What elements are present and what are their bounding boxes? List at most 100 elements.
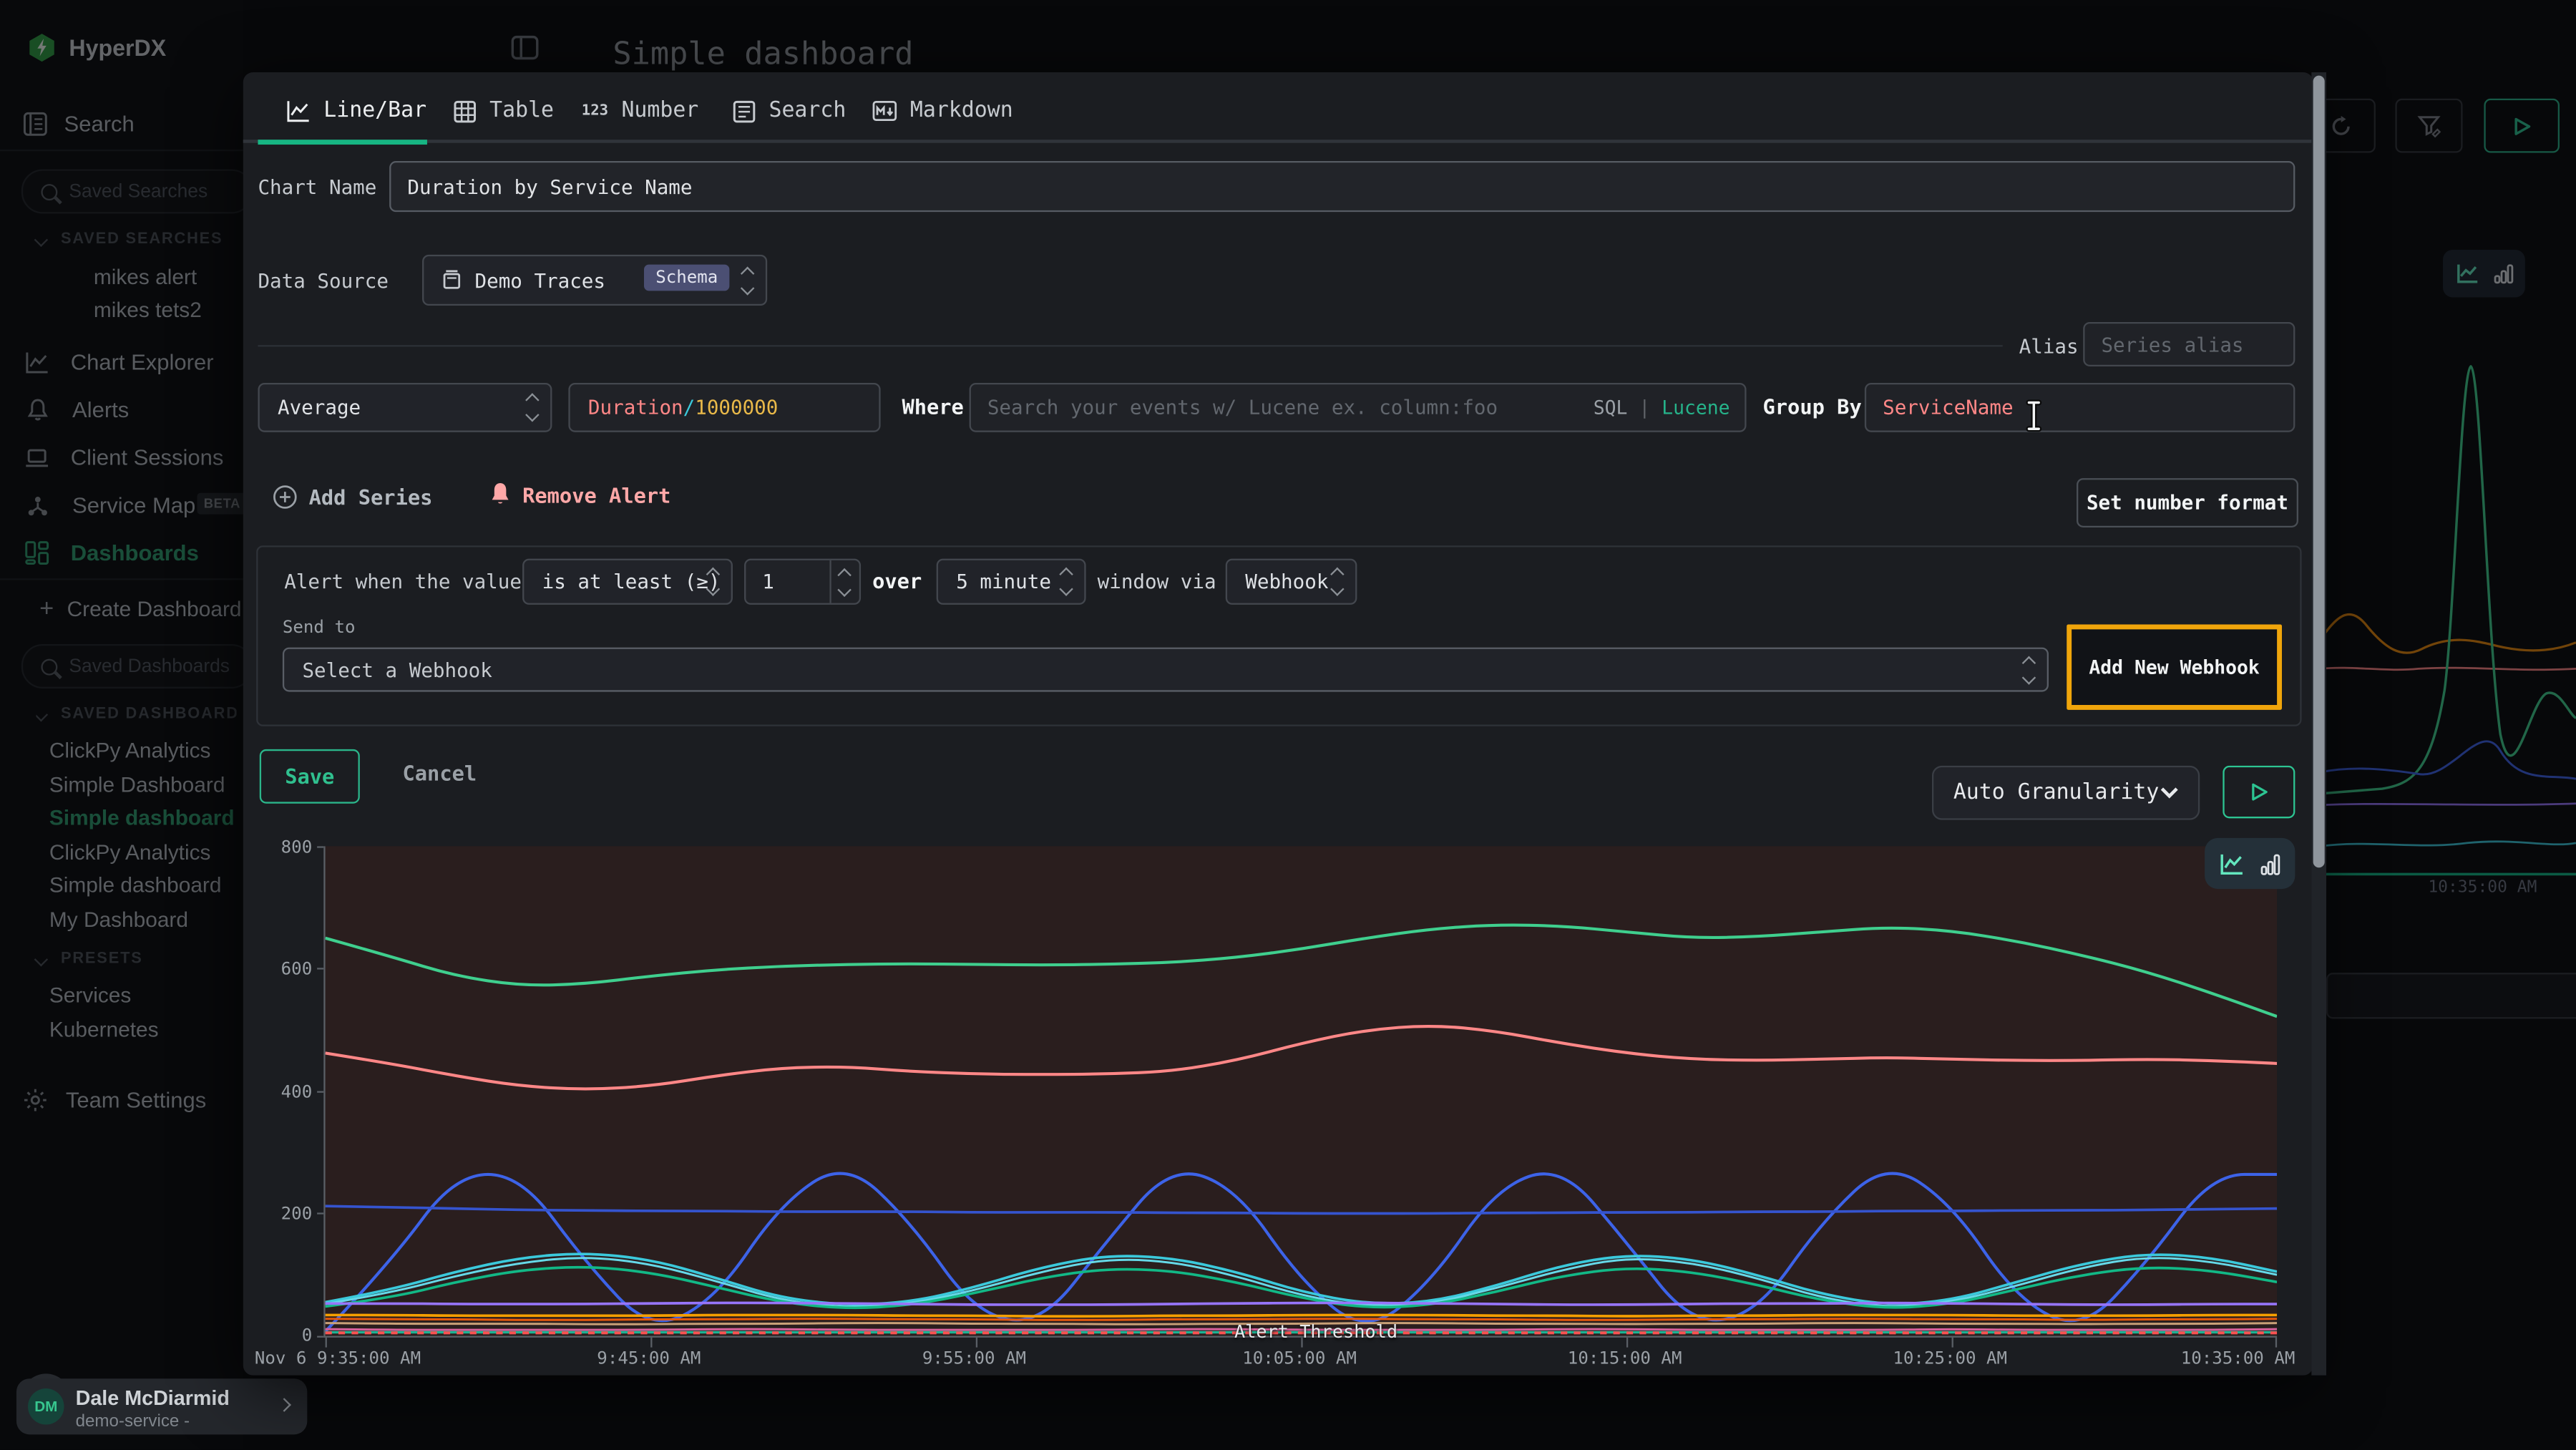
user-name: Dale McDiarmid: [76, 1387, 230, 1410]
y-axis-tick-label: 200: [253, 1205, 313, 1225]
play-icon: [2250, 782, 2268, 802]
avatar: DM: [28, 1388, 64, 1425]
alert-bell-icon: [489, 482, 511, 508]
expression-number: 1000000: [695, 396, 778, 419]
x-axis-tick-label: 9:55:00 AM: [922, 1349, 1026, 1369]
markdown-icon: [872, 100, 897, 122]
threshold-value: 1: [762, 570, 774, 593]
schema-badge: Schema: [644, 265, 729, 291]
search-doc-icon: [733, 99, 756, 122]
alert-prefix-label: Alert when the value: [284, 570, 522, 593]
remove-alert-button[interactable]: Remove Alert: [489, 482, 670, 508]
sql-option[interactable]: SQL: [1594, 396, 1628, 419]
tab-number[interactable]: 123 Number: [582, 99, 699, 123]
set-number-format-button[interactable]: Set number format: [2077, 478, 2298, 527]
y-axis-tick-label: 600: [253, 960, 313, 980]
over-label: over: [872, 568, 922, 593]
section-divider: [258, 345, 2002, 346]
select-chevrons-icon: [708, 570, 718, 594]
alias-label: Alias: [2019, 335, 2079, 358]
set-number-format-label: Set number format: [2087, 491, 2288, 514]
tab-markdown[interactable]: Markdown: [872, 99, 1013, 123]
save-button[interactable]: Save: [260, 749, 360, 804]
cancel-button[interactable]: Cancel: [402, 761, 477, 785]
add-new-webhook-button[interactable]: Add New Webhook: [2072, 629, 2277, 705]
expression-input[interactable]: Duration/1000000: [568, 383, 880, 432]
add-webhook-highlight: Add New Webhook: [2067, 624, 2282, 709]
group-by-label: Group By: [1763, 394, 1862, 419]
tab-table[interactable]: Table: [454, 99, 554, 123]
tab-line-bar[interactable]: Line/Bar: [286, 99, 426, 123]
tab-label: Search: [769, 99, 846, 123]
user-subtitle: demo-service -: [76, 1411, 190, 1431]
modal-scrollbar[interactable]: [2311, 72, 2326, 1376]
add-new-webhook-label: Add New Webhook: [2089, 656, 2259, 678]
select-chevrons-icon: [1332, 570, 1342, 594]
group-by-input[interactable]: [1865, 383, 2296, 432]
webhook-placeholder: Select a Webhook: [302, 658, 492, 681]
select-chevrons-icon: [743, 268, 753, 292]
chevron-down-icon: [2160, 787, 2178, 799]
database-icon: [442, 270, 462, 291]
data-source-label: Data Source: [258, 270, 388, 293]
channel-value: Webhook: [1245, 570, 1328, 593]
chevron-right-icon: [277, 1398, 291, 1411]
granularity-select[interactable]: Auto Granularity: [1932, 766, 2200, 820]
select-chevrons-icon: [2024, 657, 2034, 681]
granularity-value: Auto Granularity: [1953, 781, 2160, 805]
webhook-select[interactable]: Select a Webhook: [283, 648, 2049, 692]
alert-threshold-input[interactable]: 1: [744, 559, 861, 605]
y-axis-tick-label: 0: [253, 1326, 313, 1346]
chart-type-toggle[interactable]: [2205, 838, 2295, 889]
select-chevrons-icon: [527, 395, 537, 419]
alert-channel-select[interactable]: Webhook: [1226, 559, 1357, 605]
alias-input[interactable]: [2083, 322, 2295, 366]
window-via-label: window via: [1098, 570, 1216, 593]
chart-plot-area[interactable]: Alert Threshold: [323, 846, 2277, 1337]
save-label: Save: [285, 764, 334, 789]
line-chart-icon[interactable]: [2220, 852, 2244, 875]
tab-label: Number: [621, 99, 698, 123]
chart-name-input[interactable]: [389, 161, 2295, 212]
active-tab-indicator: [258, 140, 426, 144]
bar-chart-icon[interactable]: [2260, 852, 2280, 875]
edit-chart-modal: Line/Bar Table 123 Number Search Markdow…: [243, 72, 2313, 1376]
alert-threshold-label: Alert Threshold: [1234, 1321, 1397, 1343]
select-chevrons-icon: [1061, 570, 1071, 594]
where-label: Where: [902, 394, 963, 419]
window-value: 5 minute: [956, 570, 1051, 593]
expression-field: Duration: [588, 396, 683, 419]
tab-search[interactable]: Search: [733, 99, 846, 123]
circle-plus-icon: [273, 485, 297, 509]
expression-operator: /: [683, 396, 696, 419]
remove-alert-label: Remove Alert: [522, 482, 670, 507]
add-series-label: Add Series: [309, 485, 433, 509]
comparator-value: is at least (≥): [542, 570, 721, 593]
x-axis-tick-label: 10:25:00 AM: [1893, 1349, 2007, 1369]
aggregation-value: Average: [278, 396, 361, 419]
chart-name-label: Chart Name: [258, 176, 376, 199]
x-axis-tick-label: 10:15:00 AM: [1568, 1349, 1682, 1369]
chart-series: [326, 846, 2278, 1335]
tab-label: Markdown: [910, 99, 1013, 123]
lucene-option[interactable]: Lucene: [1662, 396, 1729, 419]
aggregation-select[interactable]: Average: [258, 383, 552, 432]
scrollbar-thumb[interactable]: [2313, 76, 2325, 868]
run-chart-button[interactable]: [2223, 766, 2295, 818]
x-axis-tick-label: Nov 6 9:35:00 AM: [255, 1349, 421, 1369]
number-stepper[interactable]: [829, 560, 859, 603]
chart-type-tabs: Line/Bar Table 123 Number Search Markdow…: [243, 89, 2313, 143]
user-menu[interactable]: DM Dale McDiarmid demo-service -: [16, 1378, 307, 1434]
tab-label: Table: [489, 99, 554, 123]
add-series-button[interactable]: Add Series: [273, 485, 432, 509]
data-source-select[interactable]: Demo Traces Schema: [422, 255, 767, 306]
pipe-divider: |: [1639, 396, 1650, 419]
table-icon: [454, 99, 477, 122]
x-axis-tick-label: 10:05:00 AM: [1242, 1349, 1357, 1369]
text-cursor: [2024, 399, 2044, 432]
alert-comparator-select[interactable]: is at least (≥): [522, 559, 733, 605]
send-to-label: Send to: [283, 618, 356, 638]
y-axis-tick-label: 400: [253, 1083, 313, 1103]
query-language-toggle[interactable]: SQL | Lucene: [1594, 396, 1730, 419]
alert-window-select[interactable]: 5 minute: [937, 559, 1086, 605]
